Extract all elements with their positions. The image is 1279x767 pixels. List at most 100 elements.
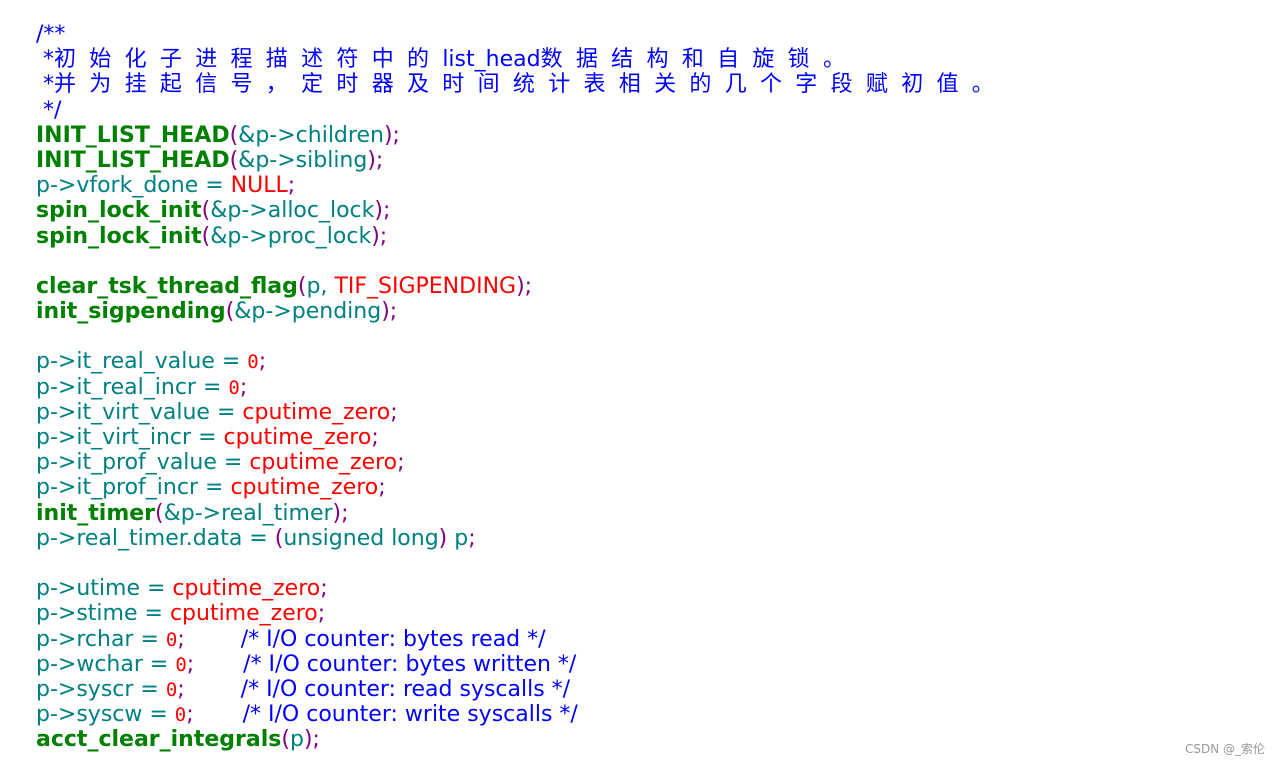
code-line: clear_tsk_thread_flag(p, TIF_SIGPENDING)… [36,274,1007,299]
code-token: 0 [165,628,178,651]
code-line: p->syscr = 0; /* I/O counter: read sysca… [36,677,1007,702]
code-token: * [36,47,54,73]
code-token: ; [287,173,296,199]
code-line: */ [36,98,1007,123]
code-line: p->stime = cputime_zero; [36,601,1007,626]
code-token: ; [258,349,267,375]
code-token: ; [239,374,248,400]
code-token: /* I/O counter: write syscalls */ [193,702,578,728]
code-line: spin_lock_init(&p->alloc_lock); [36,198,1007,223]
code-token: p->syscw = [36,702,175,728]
code-token: p->it_prof_value = [36,450,250,476]
code-token: */ [36,97,62,123]
code-token: /** [36,22,66,47]
code-line: acct_clear_integrals(p); [36,727,1007,752]
code-token: unsigned long [283,525,439,551]
code-token: p->stime = [36,601,170,627]
code-token: 0 [174,704,187,727]
code-token: acct_clear_integrals [36,727,282,753]
code-token: list_head [442,47,541,73]
code-token: NULL [230,173,288,199]
code-line: p->syscw = 0; /* I/O counter: write sysc… [36,702,1007,727]
code-line: INIT_LIST_HEAD(&p->children); [36,123,1007,148]
code-line: p->real_timer.data = (unsigned long) p; [36,526,1007,551]
code-line: /** [36,22,1007,47]
code-token: p [447,525,469,551]
code-token: p->syscr = [36,676,166,702]
code-token: ( [201,223,211,249]
code-token: init_sigpending [36,299,226,325]
code-token: ; [177,626,185,652]
code-token: p->utime = [36,576,173,602]
code-token: ); [303,727,320,753]
code-token: &p->sibling [238,147,368,173]
code-token: cputime_zero [172,576,321,602]
code-token: spin_lock_init [36,223,202,249]
code-line: p->it_virt_incr = cputime_zero; [36,425,1007,450]
code-token: ); [516,273,533,299]
code-token: p->it_virt_value = [36,399,243,425]
code-token: cputime_zero [223,425,372,450]
code-line: *初始化子进程描述符中的list_head数据结构和自旋锁。 [36,47,1007,72]
code-token: /* I/O counter: bytes read */ [184,626,546,652]
code-token: 并为挂起信号，定时器及时间统计表相关的几个字段赋初值。 [54,72,1008,98]
code-token: ; [468,525,476,551]
code-token: * [36,72,54,98]
code-token: p->real_timer.data = [36,525,275,551]
code-token: ( [281,727,290,753]
code-token: cputime_zero [242,399,391,425]
code-token: TIF_SIGPENDING [334,273,517,299]
code-token: ); [367,147,384,173]
code-token: p, [306,273,335,299]
code-line: p->it_real_incr = 0; [36,375,1007,400]
code-token: &p->children [238,122,384,148]
code-line: p->rchar = 0; /* I/O counter: bytes read… [36,627,1007,652]
code-token: ; [378,475,386,501]
code-token: p [289,727,304,753]
code-token: ( [155,500,164,526]
code-token: 初始化子进程描述符中的 [54,47,443,73]
code-token: p->it_virt_incr = [36,425,224,450]
code-token: init_timer [36,500,156,526]
code-token: &p->pending [234,299,382,325]
code-token: ; [320,576,328,602]
code-token: ; [317,601,326,627]
code-token: ; [186,702,194,728]
code-line: p->it_prof_incr = cputime_zero; [36,475,1007,500]
code-token: 数据结构和自旋锁。 [540,47,859,73]
code-token: spin_lock_init [36,198,202,224]
code-token: p->rchar = [36,626,166,652]
code-token: ); [383,122,400,148]
code-line: *并为挂起信号，定时器及时间统计表相关的几个字段赋初值。 [36,72,1007,97]
code-token: ( [229,147,239,173]
code-token: 0 [247,351,259,374]
code-token: &p->real_timer [163,500,333,526]
code-line: p->it_prof_value = cputime_zero; [36,450,1007,475]
code-token: p->wchar = [36,651,176,677]
code-line: INIT_LIST_HEAD(&p->sibling); [36,148,1007,173]
code-token: ( [201,198,211,224]
code-token: cputime_zero [249,450,398,476]
code-token: ; [397,450,405,476]
code-line: p->it_real_value = 0; [36,349,1007,374]
code-token: ; [177,676,185,702]
code-token: &p->proc_lock [210,223,372,249]
code-line: init_timer(&p->real_timer); [36,501,1007,526]
code-token: ; [371,425,379,450]
code-token: cputime_zero [230,475,379,501]
code-token: ); [381,299,398,325]
code-line: spin_lock_init(&p->proc_lock); [36,224,1007,249]
code-line: p->vfork_done = NULL; [36,173,1007,198]
code-token: p->it_real_incr = [36,374,229,400]
code-token: /* I/O counter: read syscalls */ [184,676,571,702]
code-token: p->it_real_value = [36,349,248,375]
code-token: ) [438,525,448,551]
code-line: p->wchar = 0; /* I/O counter: bytes writ… [36,652,1007,677]
code-token: 0 [165,678,178,701]
code-token: INIT_LIST_HEAD [36,147,230,173]
code-line: init_sigpending(&p->pending); [36,299,1007,324]
code-token: ); [332,500,349,526]
